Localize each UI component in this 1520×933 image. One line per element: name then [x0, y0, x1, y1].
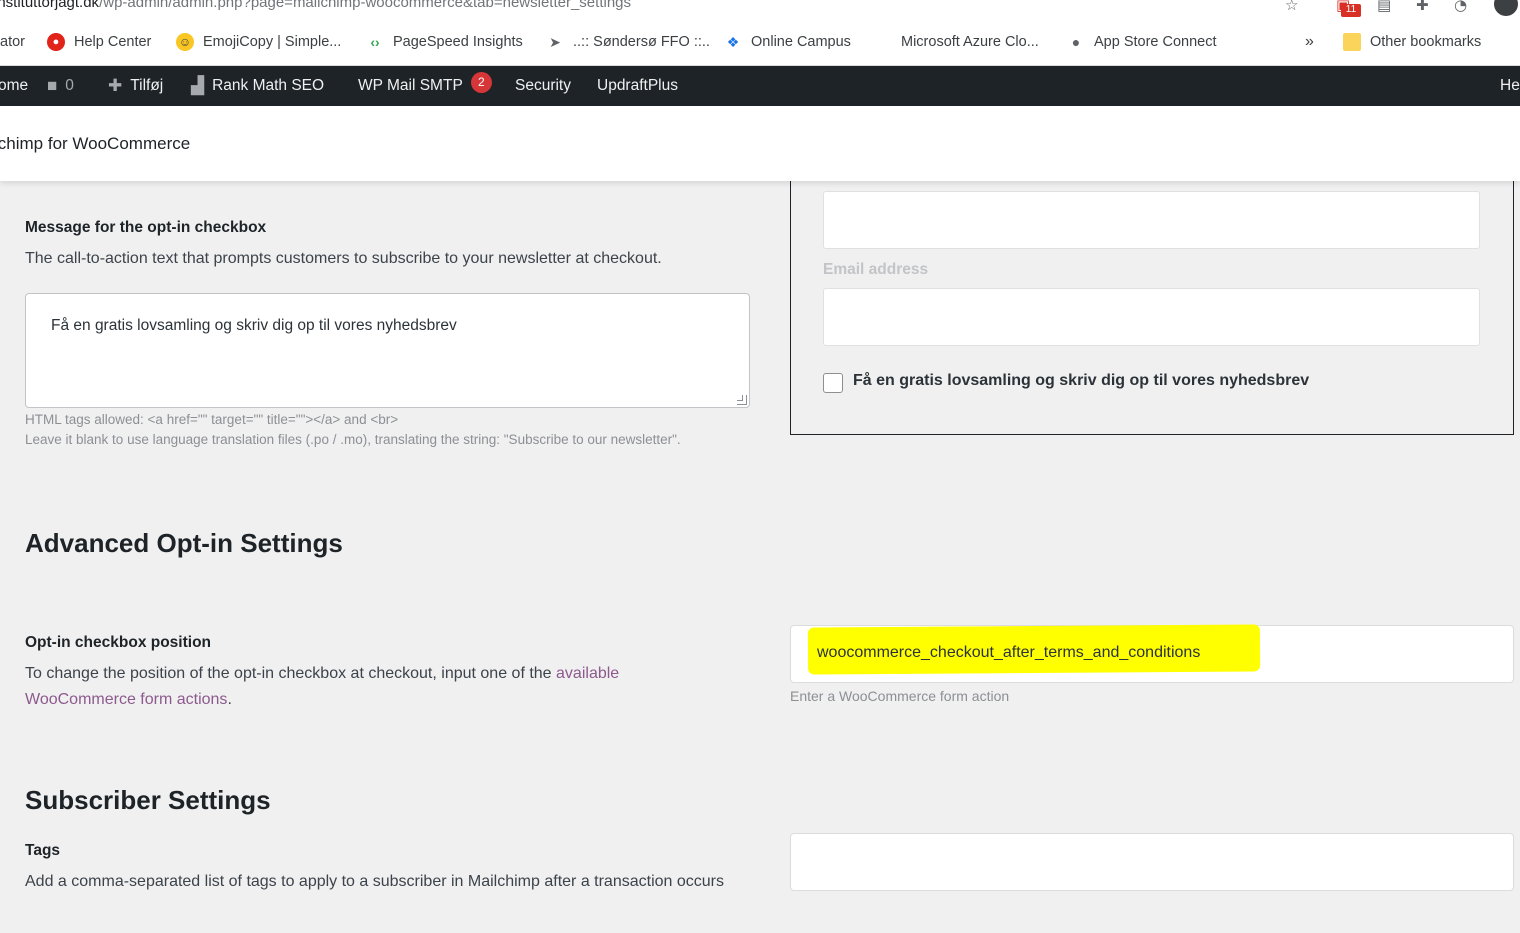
bookmark-pagespeed[interactable]: ‹› PageSpeed Insights [366, 31, 522, 53]
adminbar-add-new[interactable]: ✚ Tilføj [108, 66, 163, 106]
paper-plane-icon: ➤ [549, 33, 561, 50]
url-text[interactable]: instituttorjagt.dk/wp-admin/admin.php?pa… [0, 0, 631, 11]
address-bar[interactable]: instituttorjagt.dk/wp-admin/admin.php?pa… [0, 0, 1520, 18]
preview-name-field [823, 191, 1480, 249]
preview-email-field [823, 288, 1480, 346]
tags-field[interactable] [790, 833, 1514, 891]
bookmark-app-store-connect[interactable]: ● App Store Connect [1067, 31, 1217, 53]
comment-icon: ■ [47, 76, 58, 95]
bookmark-microsoft-azure[interactable]: Microsoft Azure Clo... [874, 31, 1039, 53]
bookmarks-overflow-button[interactable]: » [1305, 31, 1314, 53]
bookmark-emojicopy[interactable]: ☺ EmojiCopy | Simple... [176, 31, 341, 53]
bookmarks-bar: ator ● Help Center ☺ EmojiCopy | Simple.… [0, 18, 1520, 66]
tags-label: Tags [25, 842, 61, 859]
preview-optin-checkbox[interactable] [823, 373, 843, 393]
notification-badge: 2 [470, 71, 492, 93]
adminbar-wp-mail-smtp[interactable]: WP Mail SMTP 2 [358, 66, 492, 106]
adminbar-rank-math[interactable]: ▟ Rank Math SEO [191, 66, 324, 106]
cast-icon[interactable]: ◔ [1454, 0, 1467, 14]
apple-icon: ● [1071, 34, 1081, 50]
preview-email-label: Email address [823, 261, 929, 278]
campus-icon: ❖ [726, 33, 740, 50]
plugin-title: lchimp for WooCommerce [0, 134, 191, 153]
plugin-header: lchimp for WooCommerce [0, 106, 1520, 181]
other-bookmarks[interactable]: Other bookmarks [1343, 31, 1481, 53]
adminbar-howdy[interactable]: He [1500, 66, 1520, 106]
tags-description: Add a comma-separated list of tags to ap… [25, 873, 724, 890]
optin-message-description: The call-to-action text that prompts cus… [25, 250, 662, 267]
adminbar-home[interactable]: ome [0, 66, 28, 106]
optin-position-help: Enter a WooCommerce form action [790, 688, 1010, 704]
folder-icon [1343, 33, 1361, 51]
resize-handle[interactable] [737, 395, 747, 405]
adminbar-comments[interactable]: ■ 0 [47, 66, 74, 106]
optin-position-value: woocommerce_checkout_after_terms_and_con… [817, 644, 1201, 661]
advanced-optin-heading: Advanced Opt-in Settings [25, 528, 343, 558]
html-tags-help: HTML tags allowed: <a href="" target="" … [25, 412, 399, 427]
wp-admin-bar: ome ■ 0 ✚ Tilføj ▟ Rank Math SEO WP Mail… [0, 66, 1520, 106]
microsoft-icon [874, 33, 892, 51]
bookmark-help-center[interactable]: ● Help Center [47, 31, 151, 53]
profile-avatar[interactable] [1494, 0, 1518, 16]
adminbar-security[interactable]: Security [515, 66, 571, 106]
bookmark-sondersoe[interactable]: ➤ ..:: Søndersø FFO ::.. [546, 31, 710, 53]
url-path: /wp-admin/admin.php?page=mailchimp-wooco… [99, 0, 631, 11]
optin-message-label: Message for the opt-in checkbox [25, 219, 267, 236]
subscriber-settings-heading: Subscriber Settings [25, 785, 271, 815]
checkout-preview: Email address Få en gratis lovsamling og… [790, 150, 1514, 435]
url-host: instituttorjagt.dk [0, 0, 100, 11]
extension-badge: 11 [1341, 4, 1361, 17]
optin-message-value: Få en gratis lovsamling og skriv dig op … [51, 317, 457, 334]
preview-optin-label: Få en gratis lovsamling og skriv dig op … [853, 372, 1310, 389]
rank-math-icon: ▟ [191, 76, 205, 95]
bookmark-item[interactable]: ator [0, 31, 25, 53]
adminbar-updraftplus[interactable]: UpdraftPlus [597, 66, 678, 106]
help-center-icon: ● [47, 33, 65, 51]
optin-message-textarea[interactable]: Få en gratis lovsamling og skriv dig op … [25, 293, 750, 408]
optin-position-description: To change the position of the opt-in che… [25, 665, 620, 708]
translation-help: Leave it blank to use language translati… [25, 432, 681, 447]
pagespeed-icon: ‹› [370, 34, 380, 50]
optin-position-label: Opt-in checkbox position [25, 634, 212, 651]
reader-icon[interactable]: ▤ [1377, 0, 1391, 14]
puzzle-icon[interactable]: ✚ [1416, 0, 1429, 14]
emoji-icon: ☺ [176, 33, 194, 51]
plus-icon: ✚ [108, 76, 123, 95]
bookmark-online-campus[interactable]: ❖ Online Campus [724, 31, 851, 53]
star-icon[interactable]: ☆ [1285, 0, 1298, 14]
